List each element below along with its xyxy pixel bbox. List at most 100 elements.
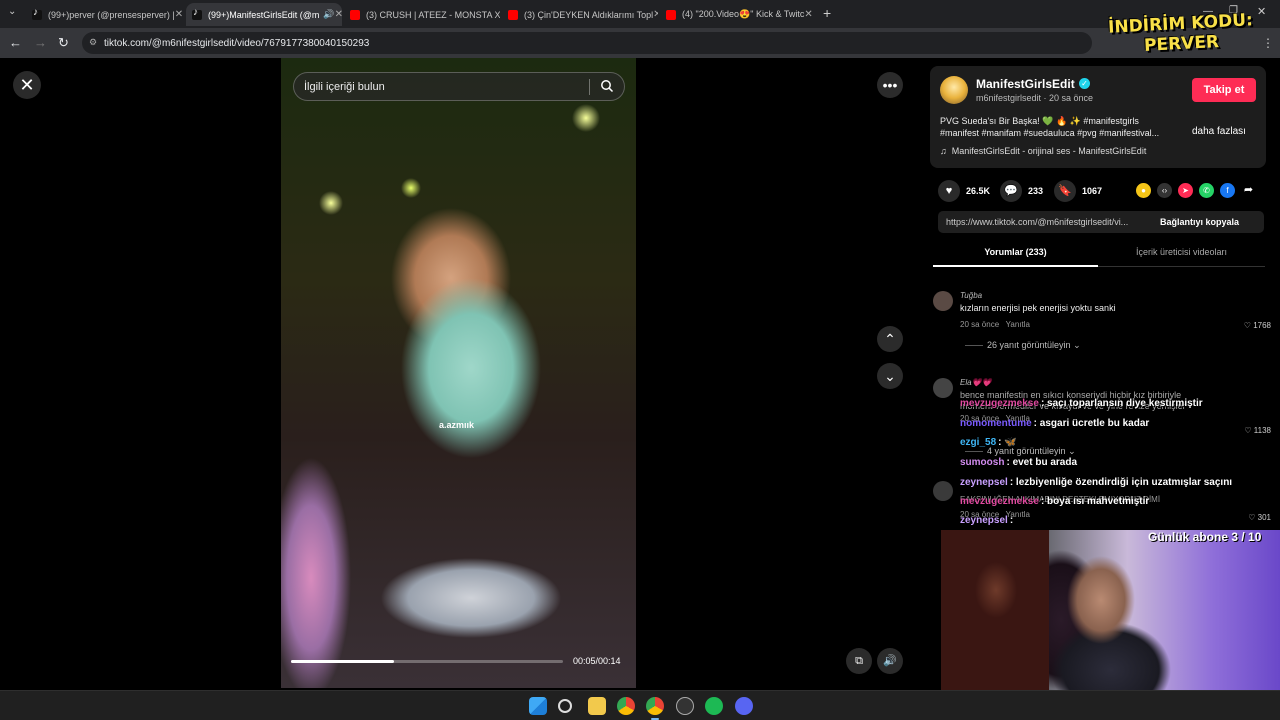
tab-search-icon[interactable]: ⌄ [8,6,16,17]
next-video-button[interactable]: ⌄ [877,363,903,389]
avatar[interactable] [933,481,953,501]
avatar[interactable] [933,378,953,398]
share-link[interactable]: https://www.tiktok.com/@m6nifestgirlsedi… [946,217,1151,227]
file-explorer-icon[interactable] [588,697,606,715]
address-bar-row: ← → ↻ ⚙ tiktok.com/@m6nifestgirlsedit/vi… [0,28,1280,58]
post-time: 20 sa önce [1049,93,1094,103]
tab-200-video[interactable]: (4) "200.Video😍" Kick & Twitc ✕ [660,3,816,26]
comment-like-count: 301 [1257,513,1271,522]
share-arrow-icon[interactable]: ➦ [1241,183,1256,198]
youtube-icon [666,9,676,20]
app-icon[interactable] [676,697,694,715]
video-progress-bar[interactable] [291,660,563,663]
youtube-icon [350,9,360,20]
search-placeholder: İlgili içeriği bulun [304,80,385,93]
chat-text: lezbiyenliğe özendirdiği için uzatmışlar… [1015,477,1233,488]
tab-comments[interactable]: Yorumlar (233) [933,247,1098,257]
wall-poster [941,530,1049,692]
coin-icon[interactable]: ● [1136,183,1151,198]
tab-title: (99+)ManifestGirlsEdit (@m [208,9,320,20]
spotify-icon[interactable] [705,697,723,715]
chrome-icon[interactable] [646,697,664,715]
browser-tab-strip: ⌄ (99+)perver (@prensesperver) | ✕ (99+)… [0,0,1280,28]
site-info-icon[interactable]: ⚙ [89,37,97,48]
more-options-button[interactable]: ••• [877,72,903,98]
speaker-icon[interactable]: 🔊 [323,9,334,20]
tab-crush-ateez[interactable]: (3) CRUSH | ATEEZ - MONSTA X ✕ [344,3,500,26]
volume-button[interactable]: 🔊 [877,648,903,674]
avatar[interactable] [933,291,953,311]
url-field[interactable]: ⚙ tiktok.com/@m6nifestgirlsedit/video/76… [82,32,1092,54]
search-icon[interactable] [558,699,572,713]
like-count: 26.5K [966,186,991,196]
close-icon[interactable]: ✕ [804,9,812,20]
comment-like-count: 1768 [1253,321,1271,330]
tab-title: (3) CRUSH | ATEEZ - MONSTA X [366,9,500,20]
new-tab-icon[interactable]: + [823,5,831,21]
tab-creator-videos[interactable]: İçerik üreticisi videoları [1098,247,1265,257]
chat-username: mevzugezmekse [960,398,1039,409]
post-info-card: ManifestGirlsEdit ✓ m6nifestgirlsedit · … [930,66,1266,168]
save-count: 1067 [1082,186,1103,196]
view-replies-button[interactable]: 26 yanıt görüntüleyin ⌄ [965,340,1081,351]
comment-like[interactable]: ♡ 301 [1248,513,1271,522]
facebook-icon[interactable]: f [1220,183,1235,198]
copy-link-button[interactable]: Bağlantıyı kopyala [1160,217,1239,227]
reload-icon[interactable]: ↻ [58,36,69,49]
stream-chat-message: mevzugezmekse: boya ısı mahvetmiştir [960,496,1150,507]
embed-icon[interactable]: ‹› [1157,183,1172,198]
close-icon[interactable]: ✕ [335,9,342,20]
music-line[interactable]: ♫ ManifestGirlsEdit - orijinal ses - Man… [940,146,1146,156]
video-watermark: a.azmıık [439,420,475,430]
see-more-link[interactable]: daha fazlası [1192,126,1246,137]
author-handle[interactable]: m6nifestgirlsedit [976,93,1041,103]
close-icon[interactable]: ✕ [175,9,183,20]
comment-username[interactable]: Tuğba [960,291,982,300]
music-title: ManifestGirlsEdit - orijinal ses - Manif… [951,146,1147,156]
comment-like[interactable]: ♡ 1138 [1244,426,1271,435]
mini-player-button[interactable]: ⧉ [846,648,872,674]
close-icon[interactable]: ✕ [653,9,658,20]
bookmark-icon: 🔖 [1054,180,1076,202]
follow-button[interactable]: Takip et [1192,78,1256,102]
send-icon[interactable]: ➤ [1178,183,1193,198]
save-button[interactable]: 🔖 1067 [1054,180,1102,202]
comment-text: kızların enerjisi pek enerjisi yoktu san… [960,303,1116,313]
comment-username[interactable]: Ela💗💗 [960,378,991,387]
whatsapp-icon[interactable]: ✆ [1199,183,1214,198]
comment-meta: 20 sa önce Yanıtla [960,320,1030,329]
stream-chat-message: zeynepsel: lezbiyenliğe özendirdiği için… [960,477,1233,488]
close-video-button[interactable]: ✕ [13,71,41,99]
stream-chat-message: zeynepsel: [960,515,1014,526]
chat-username: ezgi_58 [960,437,997,448]
comment-like[interactable]: ♡ 1768 [1244,321,1271,330]
comment-button[interactable]: 💬 233 [1000,180,1043,202]
mini-player-icon: ⧉ [855,655,863,667]
close-icon: ✕ [19,75,35,95]
back-icon[interactable]: ← [9,36,22,49]
related-search-input[interactable]: İlgili içeriği bulun [293,72,625,101]
search-icon[interactable] [600,79,614,93]
tab-perver[interactable]: (99+)perver (@prensesperver) | ✕ [26,3,184,26]
music-note-icon: ♫ [940,146,947,156]
volume-icon: 🔊 [883,655,897,667]
previous-video-button[interactable]: ⌃ [877,326,903,352]
chat-username: mevzugezmekse [960,496,1039,507]
stream-chat-message: nomomentume: asgari ücretle bu kadar [960,418,1150,429]
heart-icon: ♥ [938,180,960,202]
reply-button[interactable]: Yanıtla [1006,320,1030,329]
video-player[interactable]: İlgili içeriği bulun a.azmıık 00:05/00:1… [281,58,636,688]
avatar[interactable] [940,76,968,104]
discord-icon[interactable] [735,697,753,715]
stream-chat-message: mevzugezmekse: saçı toparlansın diye kes… [960,398,1203,409]
chrome-icon[interactable] [617,697,635,715]
chevron-down-icon: ⌄ [884,368,896,384]
tab-manifestgirlsedit[interactable]: (99+)ManifestGirlsEdit (@m 🔊 ✕ [186,3,342,26]
forward-icon[interactable]: → [34,36,47,49]
like-button[interactable]: ♥ 26.5K [938,180,990,202]
author-name[interactable]: ManifestGirlsEdit [976,77,1075,91]
share-link-row: https://www.tiktok.com/@m6nifestgirlsedi… [938,211,1264,233]
url-text: tiktok.com/@m6nifestgirlsedit/video/7679… [104,37,370,49]
windows-start-icon[interactable] [529,697,547,715]
tab-cindeyken[interactable]: (3) Çin'DEYKEN Aldıklarımı Topl ✕ [502,3,658,26]
